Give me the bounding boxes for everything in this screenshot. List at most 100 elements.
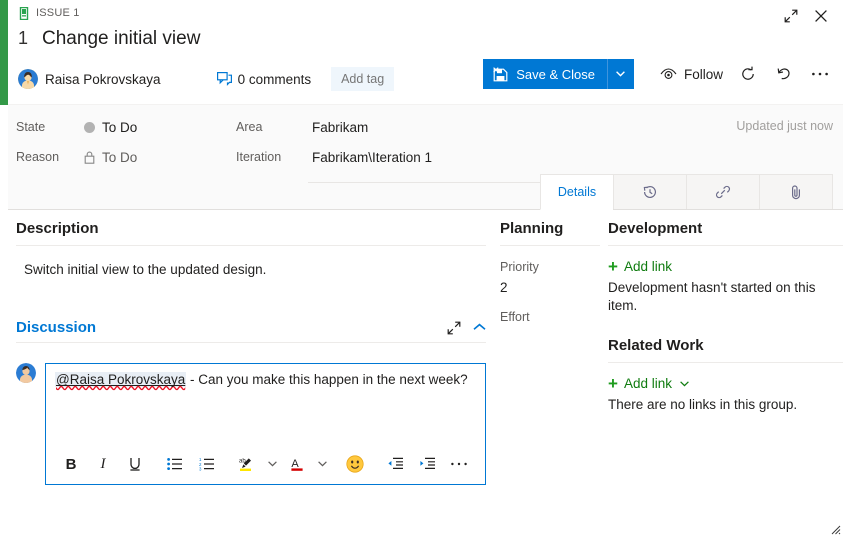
chevron-down-icon	[267, 461, 277, 467]
follow-label: Follow	[683, 66, 723, 82]
decrease-indent-button[interactable]	[380, 450, 410, 478]
svg-text:A: A	[291, 458, 299, 470]
fields-column-left: State To Do Reason To Do	[16, 112, 137, 172]
tab-links[interactable]	[686, 174, 759, 209]
svg-text:3: 3	[199, 466, 202, 471]
decrease-indent-icon	[387, 457, 403, 469]
comments-button[interactable]: 0 comments	[216, 71, 312, 87]
description-heading: Description	[16, 220, 486, 246]
comment-editor-text[interactable]: @Raisa Pokrovskaya - Can you make this h…	[46, 364, 485, 395]
resize-grip[interactable]	[827, 521, 841, 535]
font-color-icon: A	[290, 458, 303, 471]
refresh-icon	[742, 66, 754, 80]
development-add-link-button[interactable]: + Add link	[608, 258, 843, 275]
bold-button[interactable]: B	[56, 450, 86, 478]
work-item-type-color-bar	[0, 0, 8, 105]
ellipsis-icon	[812, 72, 828, 76]
window-controls	[777, 2, 835, 30]
comment-body-text: - Can you make this happen in the next w…	[186, 372, 468, 387]
save-and-close-label: Save & Close	[516, 66, 595, 82]
italic-button[interactable]: I	[88, 450, 118, 478]
state-value[interactable]: To Do	[84, 120, 137, 135]
work-item-header: ISSUE 1 1 Change initial view Raisa Pokr…	[8, 0, 843, 105]
save-options-dropdown[interactable]	[606, 59, 634, 89]
tab-details[interactable]: Details	[540, 174, 613, 210]
chevron-down-icon[interactable]	[680, 381, 689, 387]
priority-field: Priority 2	[500, 260, 600, 296]
development-empty-note: Development hasn't started on this item.	[608, 280, 816, 314]
composer-avatar	[16, 363, 36, 383]
highlight-button[interactable]: ab	[232, 450, 262, 478]
updated-timestamp: Updated just now	[736, 119, 833, 133]
reason-label: Reason	[16, 150, 60, 164]
development-heading: Development	[608, 220, 843, 246]
effort-label: Effort	[500, 310, 530, 324]
font-color-dropdown-caret[interactable]	[314, 450, 330, 478]
tab-attachments[interactable]	[759, 174, 833, 209]
state-dot-icon	[84, 121, 95, 133]
work-item-dialog: ISSUE 1 1 Change initial view Raisa Pokr…	[0, 0, 843, 537]
underline-icon	[130, 458, 140, 471]
tab-history[interactable]	[613, 174, 686, 209]
mention-token[interactable]: @Raisa Pokrovskaya	[55, 372, 187, 387]
emoji-button[interactable]	[340, 450, 370, 478]
area-label: Area	[236, 120, 263, 134]
work-item-title[interactable]: Change initial view	[42, 28, 200, 50]
plus-icon: +	[608, 374, 618, 394]
follow-button[interactable]: Follow	[656, 63, 727, 86]
comment-editor[interactable]: @Raisa Pokrovskaya - Can you make this h…	[45, 363, 486, 485]
issue-type-icon	[19, 6, 29, 20]
iteration-value[interactable]: Fabrikam\Iteration 1	[312, 150, 432, 165]
assigned-to-field[interactable]: Raisa Pokrovskaya	[18, 69, 161, 89]
description-text[interactable]: Switch initial view to the updated desig…	[24, 262, 486, 277]
collapse-chevron-up-icon[interactable]	[473, 323, 486, 332]
planning-heading: Planning	[500, 220, 600, 246]
effort-value[interactable]	[500, 330, 600, 346]
bulleted-list-icon	[167, 458, 182, 470]
more-actions-button[interactable]	[805, 59, 835, 89]
bulleted-list-button[interactable]	[160, 450, 190, 478]
priority-value[interactable]: 2	[500, 280, 600, 296]
area-field-row: Area Fabrikam	[236, 112, 432, 142]
discussion-heading-row: Discussion	[16, 319, 486, 343]
editor-toolbar: B I 1 2 3 ab A	[46, 450, 485, 478]
save-icon	[493, 66, 508, 81]
editor-more-options-button[interactable]	[444, 450, 474, 478]
add-tag-button[interactable]: Add tag	[331, 67, 395, 91]
area-value[interactable]: Fabrikam	[312, 120, 368, 135]
reason-value: To Do	[84, 150, 137, 165]
work-item-fields-strip: State To Do Reason To Do Area Fabrikam I…	[8, 105, 843, 174]
reason-value-label: To Do	[102, 149, 138, 165]
state-field-row: State To Do	[16, 112, 137, 142]
detail-tabstrip: Details	[8, 174, 843, 210]
underline-button[interactable]	[120, 450, 150, 478]
main-column: Description Switch initial view to the u…	[16, 220, 486, 485]
emoji-icon	[346, 455, 364, 473]
discussion-heading-icons	[447, 321, 486, 335]
related-work-empty-note: There are no links in this group.	[608, 397, 798, 413]
save-and-close-button[interactable]: Save & Close	[483, 59, 607, 89]
increase-indent-button[interactable]	[412, 450, 442, 478]
expand-discussion-icon[interactable]	[447, 321, 461, 335]
expand-button[interactable]	[777, 2, 805, 30]
undo-icon	[777, 68, 790, 80]
breadcrumb[interactable]: ISSUE 1	[18, 4, 80, 22]
highlight-icon: ab	[239, 458, 251, 471]
plus-icon: +	[608, 257, 618, 276]
comment-icon	[216, 72, 232, 86]
undo-button[interactable]	[769, 59, 799, 89]
mention-label: @Raisa Pokrovskaya	[56, 372, 186, 387]
discussion-composer: @Raisa Pokrovskaya - Can you make this h…	[16, 363, 486, 485]
font-color-button[interactable]: A	[282, 450, 312, 478]
breadcrumb-label: ISSUE 1	[36, 7, 80, 19]
highlight-dropdown-caret[interactable]	[264, 450, 280, 478]
numbered-list-button[interactable]: 1 2 3	[192, 450, 222, 478]
comments-count-label: 0 comments	[237, 71, 312, 87]
close-button[interactable]	[807, 2, 835, 30]
related-work-add-link-button[interactable]: + Add link	[608, 375, 843, 392]
refresh-button[interactable]	[733, 59, 763, 89]
tab-details-label: Details	[557, 185, 597, 199]
link-chain-icon	[715, 185, 731, 199]
work-item-body: Description Switch initial view to the u…	[8, 210, 843, 537]
close-icon	[815, 10, 827, 22]
